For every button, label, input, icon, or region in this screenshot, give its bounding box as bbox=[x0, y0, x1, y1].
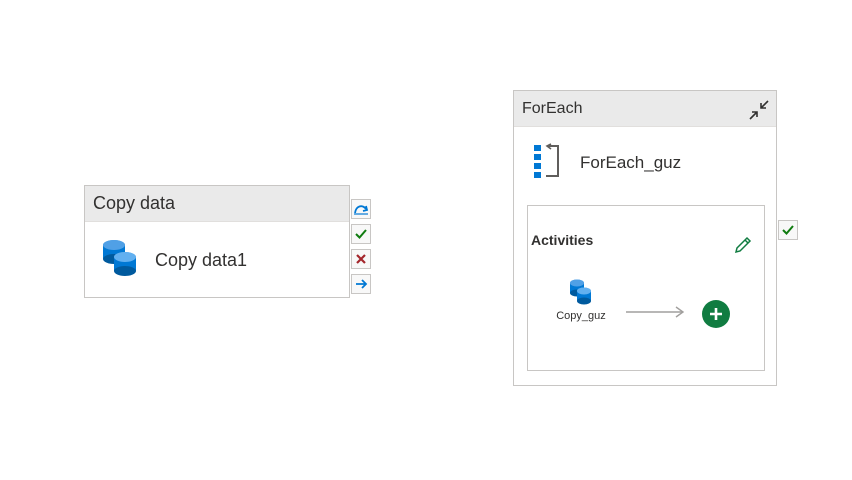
copy-activity-name: Copy data1 bbox=[155, 249, 248, 270]
copy-activity-type-label: Copy data bbox=[93, 193, 176, 213]
foreach-activity-name: ForEach_guz bbox=[580, 153, 682, 172]
collapse-icon bbox=[749, 100, 769, 120]
copy-data-activity[interactable]: Copy data Copy data1 bbox=[84, 185, 350, 298]
activity-connectors bbox=[351, 199, 371, 294]
foreach-type-label: ForEach bbox=[522, 99, 583, 117]
pencil-icon bbox=[734, 236, 752, 254]
check-icon bbox=[782, 225, 794, 235]
skip-connector[interactable] bbox=[351, 199, 371, 219]
activities-title: Activities bbox=[531, 232, 594, 248]
completion-connector[interactable] bbox=[351, 274, 371, 294]
connector-arrow bbox=[626, 306, 685, 318]
check-icon bbox=[355, 229, 367, 239]
add-activity-button[interactable] bbox=[701, 299, 731, 329]
activities-container[interactable]: Activities Copy_guz bbox=[527, 205, 765, 371]
database-icon bbox=[101, 238, 139, 283]
plus-circle-icon bbox=[702, 300, 730, 328]
pipeline-canvas[interactable]: Copy data Copy data1 ForEach ForEach_guz… bbox=[0, 0, 852, 480]
x-icon bbox=[356, 254, 366, 264]
inner-copy-activity[interactable]: Copy_guz bbox=[546, 278, 616, 322]
inner-activity-name: Copy_guz bbox=[556, 310, 606, 322]
arrow-right-icon bbox=[356, 279, 368, 289]
success-connector[interactable] bbox=[351, 224, 371, 244]
copy-activity-body: Copy data1 bbox=[85, 222, 349, 298]
foreach-body: ForEach_guz bbox=[514, 137, 776, 189]
foreach-activity[interactable]: ForEach ForEach_guz Activities Copy_guz bbox=[513, 90, 777, 386]
copy-activity-header: Copy data bbox=[85, 186, 349, 222]
failure-connector[interactable] bbox=[351, 249, 371, 269]
foreach-icon bbox=[532, 142, 562, 184]
foreach-success-connector[interactable] bbox=[778, 220, 798, 240]
foreach-activity-header: ForEach bbox=[514, 91, 776, 127]
collapse-button[interactable] bbox=[748, 99, 770, 121]
edit-activities-button[interactable] bbox=[732, 234, 754, 256]
skip-arrow-icon bbox=[354, 205, 369, 215]
database-icon bbox=[570, 279, 591, 305]
